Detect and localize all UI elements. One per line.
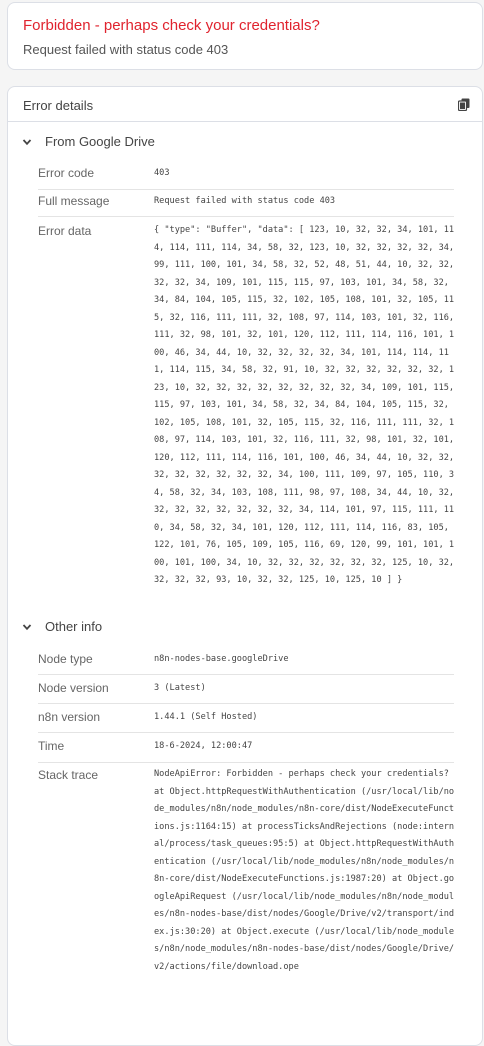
row-value: NodeApiError: Forbidden - perhaps check … — [154, 769, 455, 972]
row-key: Time — [38, 739, 65, 753]
row-value: 18-6-2024, 12:00:47 — [154, 741, 253, 751]
row-key: Error data — [38, 224, 92, 238]
row-value: 403 — [154, 168, 170, 178]
row-key: Stack trace — [38, 768, 99, 782]
row-key: Node type — [38, 652, 93, 666]
row-node-type: Node type n8n-nodes-base.googleDrive — [38, 652, 454, 675]
section-toggle-other-info[interactable]: Other info — [22, 618, 102, 638]
row-value: { "type": "Buffer", "data": [ 123, 10, 3… — [154, 225, 460, 585]
section-label: From Google Drive — [45, 134, 155, 150]
section-label: Other info — [45, 619, 103, 635]
row-key: n8n version — [38, 710, 101, 724]
error-summary-card: Forbidden - perhaps check your credentia… — [7, 2, 483, 70]
row-value: 1.44.1 (Self Hosted) — [154, 712, 258, 722]
row-stack-trace: Stack trace NodeApiError: Forbidden - pe… — [38, 768, 454, 1028]
row-time: Time 18-6-2024, 12:00:47 — [38, 739, 454, 763]
row-n8n-version: n8n version 1.44.1 (Self Hosted) — [38, 710, 454, 733]
row-key: Error code — [38, 166, 95, 180]
copy-icon[interactable] — [458, 98, 470, 111]
error-details-header: Error details — [8, 87, 482, 122]
chevron-down-icon — [22, 138, 32, 145]
error-title: Forbidden - perhaps check your credentia… — [23, 17, 320, 34]
chevron-down-icon — [22, 623, 32, 630]
row-error-data: Error data { "type": "Buffer", "data": [… — [38, 224, 454, 604]
row-node-version: Node version 3 (Latest) — [38, 681, 454, 704]
error-subtitle: Request failed with status code 403 — [23, 42, 229, 57]
row-key: Node version — [38, 681, 109, 695]
row-error-code: Error code 403 — [38, 166, 454, 190]
row-value: n8n-nodes-base.googleDrive — [154, 654, 289, 664]
row-value: 3 (Latest) — [154, 683, 206, 693]
row-full-message: Full message Request failed with status … — [38, 194, 454, 217]
error-details-panel: Error details From Google Drive Error co… — [7, 86, 483, 1046]
row-value: Request failed with status code 403 — [154, 196, 336, 206]
section-toggle-from-google-drive[interactable]: From Google Drive — [22, 133, 155, 153]
error-details-title: Error details — [23, 98, 94, 113]
row-key: Full message — [38, 194, 110, 208]
